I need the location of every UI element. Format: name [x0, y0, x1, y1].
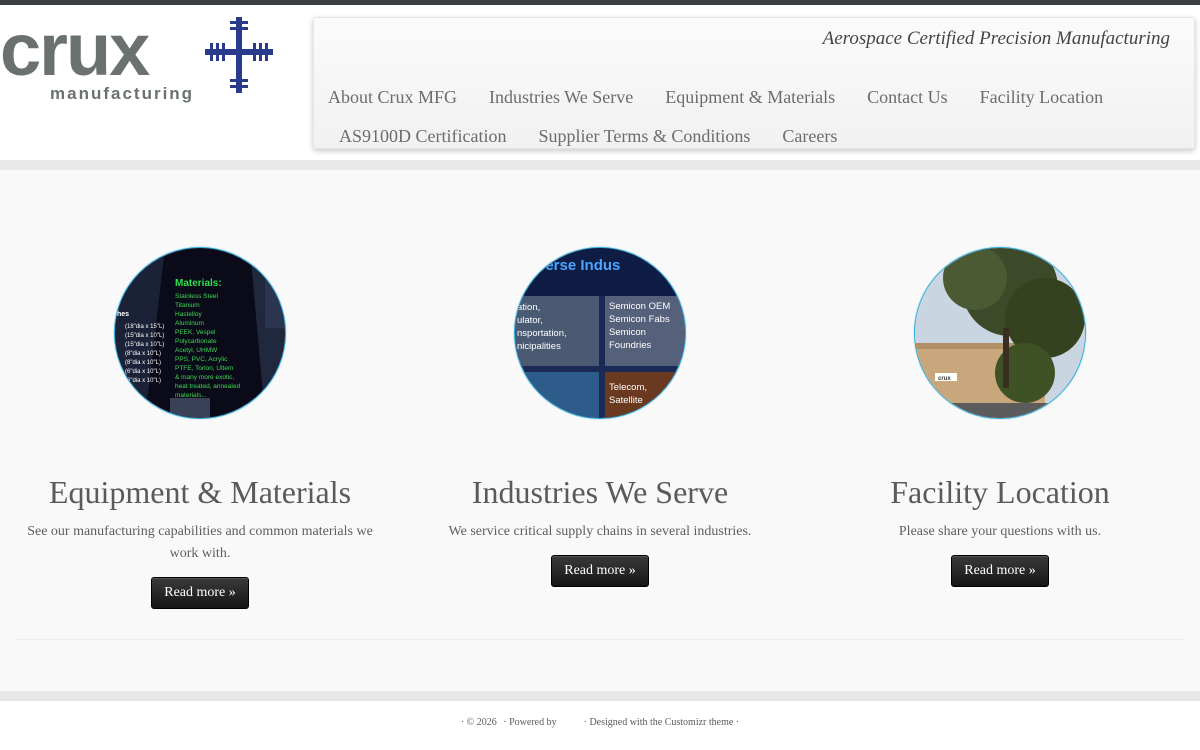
footer-credits: · © 2026 · Powered by · Designed with th…: [0, 717, 1200, 728]
size-item: (6"dia x 10"L): [125, 369, 161, 375]
feature-equipment-text: See our manufacturing capabilities and c…: [27, 524, 373, 561]
feature-industries-text: We service critical supply chains in sev…: [448, 524, 752, 539]
size-item: (15"dia x 10"L): [125, 333, 164, 339]
industry-item: ulator,: [517, 315, 543, 326]
featured-pages: Materials: Stainless Steel Titanium Hast…: [0, 170, 1200, 691]
site-footer: · © 2026 · Powered by · Designed with th…: [0, 701, 1200, 750]
read-more-industries-button[interactable]: Read more »: [551, 555, 649, 587]
material-item: materials...: [175, 392, 207, 399]
feature-equipment: Materials: Stainless Steel Titanium Hast…: [0, 170, 400, 640]
nav-item-equipment[interactable]: Equipment & Materials: [649, 87, 851, 108]
size-item: (6"dia x 10"L): [125, 378, 161, 384]
industry-item: ation,: [517, 302, 540, 313]
industry-item: Semicon OEM: [609, 301, 670, 312]
feature-facility-text: Please share your questions with us.: [898, 524, 1102, 539]
material-item: Hastelloy: [175, 311, 202, 318]
read-more-equipment-button[interactable]: Read more »: [151, 577, 249, 609]
material-item: Polycarbonate: [175, 338, 217, 345]
material-item: & many more exotic,: [175, 374, 234, 381]
industries-banner: verse Indus: [537, 257, 620, 274]
industry-item: nsportation,: [517, 328, 567, 339]
nav-item-about[interactable]: About Crux MFG: [314, 87, 473, 108]
nav-item-supplier-terms[interactable]: Supplier Terms & Conditions: [522, 126, 766, 147]
read-more-facility-button[interactable]: Read more »: [951, 555, 1049, 587]
material-item: PTFE, Torlon, Ultem: [175, 365, 233, 372]
materials-heading: Materials:: [175, 278, 222, 289]
industry-item: Foundries: [609, 340, 651, 351]
size-item: (8"dia x 10"L): [125, 360, 161, 366]
nav-item-certification[interactable]: AS9100D Certification: [314, 126, 522, 147]
feature-equipment-title[interactable]: Equipment & Materials: [0, 472, 400, 512]
footer-copyright: · © 2026: [460, 717, 497, 728]
material-item: Acetyl, UHMW: [175, 347, 218, 354]
building-sign: crux: [938, 376, 951, 382]
feature-facility-title[interactable]: Facility Location: [800, 472, 1200, 512]
footer-designed-with[interactable]: · Designed with the Customizr theme ·: [584, 717, 740, 728]
nav-row-1: About Crux MFG Industries We Serve Equip…: [314, 78, 1184, 117]
industry-item: Telecom,: [609, 382, 647, 393]
logo-subtext: manufacturing: [50, 84, 194, 103]
material-item: PEEK, Vespel: [175, 329, 216, 336]
feature-industries-title[interactable]: Industries We Serve: [400, 472, 800, 512]
feature-equipment-image[interactable]: Materials: Stainless Steel Titanium Hast…: [114, 247, 286, 419]
industry-item: Semicon Fabs: [609, 314, 670, 325]
nav-row-2: AS9100D Certification Supplier Terms & C…: [314, 117, 1184, 156]
footer-separator: [0, 691, 1200, 701]
site-tagline: Aerospace Certified Precision Manufactur…: [822, 28, 1170, 49]
nav-item-facility[interactable]: Facility Location: [964, 87, 1119, 108]
material-item: Aluminum: [175, 320, 204, 327]
industry-item: Semicon: [609, 327, 646, 338]
material-item: Titanium: [175, 302, 200, 309]
main-navigation: Aerospace Certified Precision Manufactur…: [313, 17, 1195, 149]
feature-facility: crux Facility Location Please share your…: [800, 170, 1200, 640]
size-item: (18"dia x 15"L): [125, 324, 164, 330]
industry-item: nicipalities: [517, 341, 561, 352]
logo-cross-icon: [205, 17, 273, 93]
material-item: PPS, PVC, Acrylic: [175, 356, 228, 363]
header-separator: [0, 160, 1200, 170]
feature-facility-image[interactable]: crux: [914, 247, 1086, 419]
logo-text: crux: [0, 13, 150, 91]
content-divider: [15, 639, 1185, 640]
nav-menu: About Crux MFG Industries We Serve Equip…: [314, 78, 1184, 156]
footer-powered-by[interactable]: · Powered by: [503, 717, 556, 728]
feature-industries-image[interactable]: verse Indus ation, ulator, nsportation, …: [514, 247, 686, 419]
industry-item: Satellite: [609, 395, 643, 406]
crux-logo[interactable]: crux manufacturing: [0, 13, 280, 105]
size-item: (8"dia x 10"L): [125, 351, 161, 357]
size-item: (15"dia x 10"L): [125, 342, 164, 348]
nav-item-industries[interactable]: Industries We Serve: [473, 87, 649, 108]
sizes-label: hes: [117, 311, 129, 318]
nav-item-careers[interactable]: Careers: [766, 126, 853, 147]
material-item: Stainless Steel: [175, 293, 219, 300]
feature-industries: verse Indus ation, ulator, nsportation, …: [400, 170, 800, 640]
nav-item-contact[interactable]: Contact Us: [851, 87, 964, 108]
material-item: heat treated, annealed: [175, 383, 240, 390]
site-header: crux manufacturing Aerospace Certified P…: [0, 5, 1200, 160]
